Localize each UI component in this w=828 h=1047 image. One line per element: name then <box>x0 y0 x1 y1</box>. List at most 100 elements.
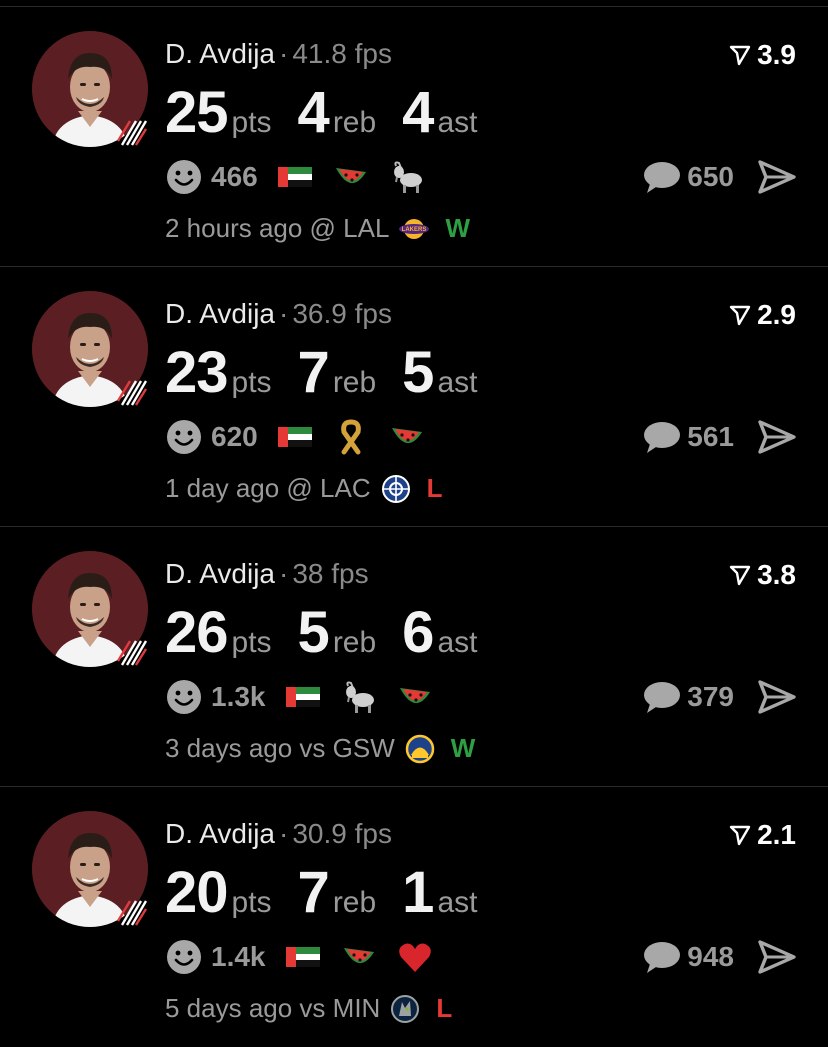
rating-icon <box>729 305 751 326</box>
rating-value: 3.9 <box>757 39 796 70</box>
lakers-logo-icon: LAKERS <box>399 218 430 239</box>
rating-value: 3.8 <box>757 559 796 590</box>
points-value: 25 <box>165 80 229 145</box>
uae-flag-icon[interactable] <box>276 158 314 196</box>
points-label: pts <box>231 626 272 659</box>
rating-value: 2.1 <box>757 819 796 850</box>
game-post-card-4[interactable]: D. Avdija · 30.9 fps 2.1 20 pts 7 reb 1 ast 1… <box>0 786 828 1046</box>
watermelon-icon[interactable] <box>332 158 370 196</box>
rebounds-label: reb <box>332 626 377 659</box>
assists-label: ast <box>437 106 478 139</box>
assists-value: 6 <box>402 600 434 665</box>
comment-button[interactable]: 650 <box>641 159 734 195</box>
rating-icon <box>729 565 751 586</box>
share-icon[interactable] <box>758 680 796 714</box>
watermelon-icon[interactable] <box>388 418 426 456</box>
watermelon-icon[interactable] <box>396 678 434 716</box>
game-time-opponent: 1 day ago @ LAC <box>165 473 371 503</box>
blazers-logo-icon <box>116 640 148 666</box>
points-value: 26 <box>165 600 229 665</box>
rating-badge: 2.9 <box>729 299 796 331</box>
assists-label: ast <box>437 366 478 399</box>
smiley-icon <box>167 160 201 194</box>
rebounds-value: 4 <box>297 80 330 145</box>
watermelon-icon[interactable] <box>340 938 378 976</box>
points-label: pts <box>231 886 272 919</box>
uae-flag-icon[interactable] <box>284 938 322 976</box>
game-feed: D. Avdija · 41.8 fps 3.9 25 pts 4 reb 4 ast 4… <box>0 0 828 1047</box>
points-label: pts <box>231 106 272 139</box>
player-name[interactable]: D. Avdija <box>165 298 275 329</box>
reaction-bar: 620 <box>165 415 426 459</box>
comment-button[interactable]: 561 <box>641 419 734 455</box>
uae-flag-icon[interactable] <box>276 418 314 456</box>
warriors-logo-icon <box>405 734 435 763</box>
assists-value: 4 <box>402 80 434 145</box>
game-post-card-2[interactable]: D. Avdija · 36.9 fps 2.9 23 pts 7 reb 5 ast 6… <box>0 266 828 526</box>
stat-line: 20 pts 7 reb 1 ast <box>165 859 503 926</box>
comment-count: 650 <box>687 161 734 192</box>
assists-label: ast <box>437 886 478 919</box>
rating-icon <box>729 825 751 846</box>
timberwolves-logo-icon <box>391 994 420 1023</box>
game-time-opponent: 2 hours ago @ LAL <box>165 213 390 243</box>
comment-icon <box>644 682 681 713</box>
reaction-count: 1.4k <box>211 941 266 972</box>
rebounds-value: 5 <box>297 600 330 665</box>
reaction-summary[interactable]: 1.4k <box>165 938 266 976</box>
comment-icon <box>644 162 681 193</box>
rating-icon <box>729 45 751 66</box>
reaction-summary[interactable]: 1.3k <box>165 678 266 716</box>
rating-badge: 3.9 <box>729 39 796 71</box>
game-post-card-3[interactable]: D. Avdija · 38 fps 3.8 26 pts 5 reb 6 ast 1.3… <box>0 526 828 786</box>
heart-icon[interactable] <box>396 938 434 976</box>
points-value: 23 <box>165 340 229 405</box>
ribbon-icon[interactable] <box>332 418 370 456</box>
reaction-bar: 1.4k <box>165 935 434 979</box>
game-post-card-1[interactable]: D. Avdija · 41.8 fps 3.9 25 pts 4 reb 4 ast 4… <box>0 6 828 266</box>
fantasy-points: 36.9 fps <box>292 298 392 329</box>
goat-icon[interactable] <box>340 678 378 716</box>
reaction-count: 466 <box>211 161 258 192</box>
game-info[interactable]: 2 hours ago @ LAL LAKERS W <box>165 213 470 244</box>
separator-dot: · <box>279 818 289 849</box>
blazers-logo-icon <box>116 120 148 146</box>
share-icon[interactable] <box>758 940 796 974</box>
reaction-summary[interactable]: 466 <box>165 158 258 196</box>
player-name[interactable]: D. Avdija <box>165 818 275 849</box>
uae-flag-icon[interactable] <box>284 678 322 716</box>
assists-value: 5 <box>402 340 434 405</box>
fantasy-points: 38 fps <box>292 558 369 589</box>
reaction-summary[interactable]: 620 <box>165 418 258 456</box>
share-icon[interactable] <box>758 420 796 454</box>
share-icon[interactable] <box>758 160 796 194</box>
rating-badge: 2.1 <box>729 819 796 851</box>
fantasy-points: 30.9 fps <box>292 818 392 849</box>
goat-icon[interactable] <box>388 158 426 196</box>
rebounds-value: 7 <box>297 340 330 405</box>
fantasy-points: 41.8 fps <box>292 38 392 69</box>
smiley-icon <box>167 940 201 974</box>
game-result: W <box>445 213 470 243</box>
game-result: L <box>436 993 453 1023</box>
game-info[interactable]: 5 days ago vs MIN L <box>165 993 452 1024</box>
points-label: pts <box>231 366 272 399</box>
separator-dot: · <box>279 558 289 589</box>
comment-icon <box>644 942 681 973</box>
game-info[interactable]: 3 days ago vs GSW W <box>165 733 475 764</box>
stat-line: 23 pts 7 reb 5 ast <box>165 339 503 406</box>
game-time-opponent: 5 days ago vs MIN <box>165 993 381 1023</box>
comment-button[interactable]: 379 <box>641 679 734 715</box>
game-result: L <box>426 473 443 503</box>
game-time-opponent: 3 days ago vs GSW <box>165 733 395 763</box>
rating-badge: 3.8 <box>729 559 796 591</box>
rebounds-label: reb <box>332 886 377 919</box>
game-info[interactable]: 1 day ago @ LAC L <box>165 473 443 504</box>
clippers-logo-icon <box>381 474 410 503</box>
player-name[interactable]: D. Avdija <box>165 558 275 589</box>
player-name[interactable]: D. Avdija <box>165 38 275 69</box>
reaction-count: 620 <box>211 421 258 452</box>
comment-count: 561 <box>687 421 734 452</box>
reaction-bar: 466 <box>165 155 426 199</box>
comment-button[interactable]: 948 <box>641 939 734 975</box>
